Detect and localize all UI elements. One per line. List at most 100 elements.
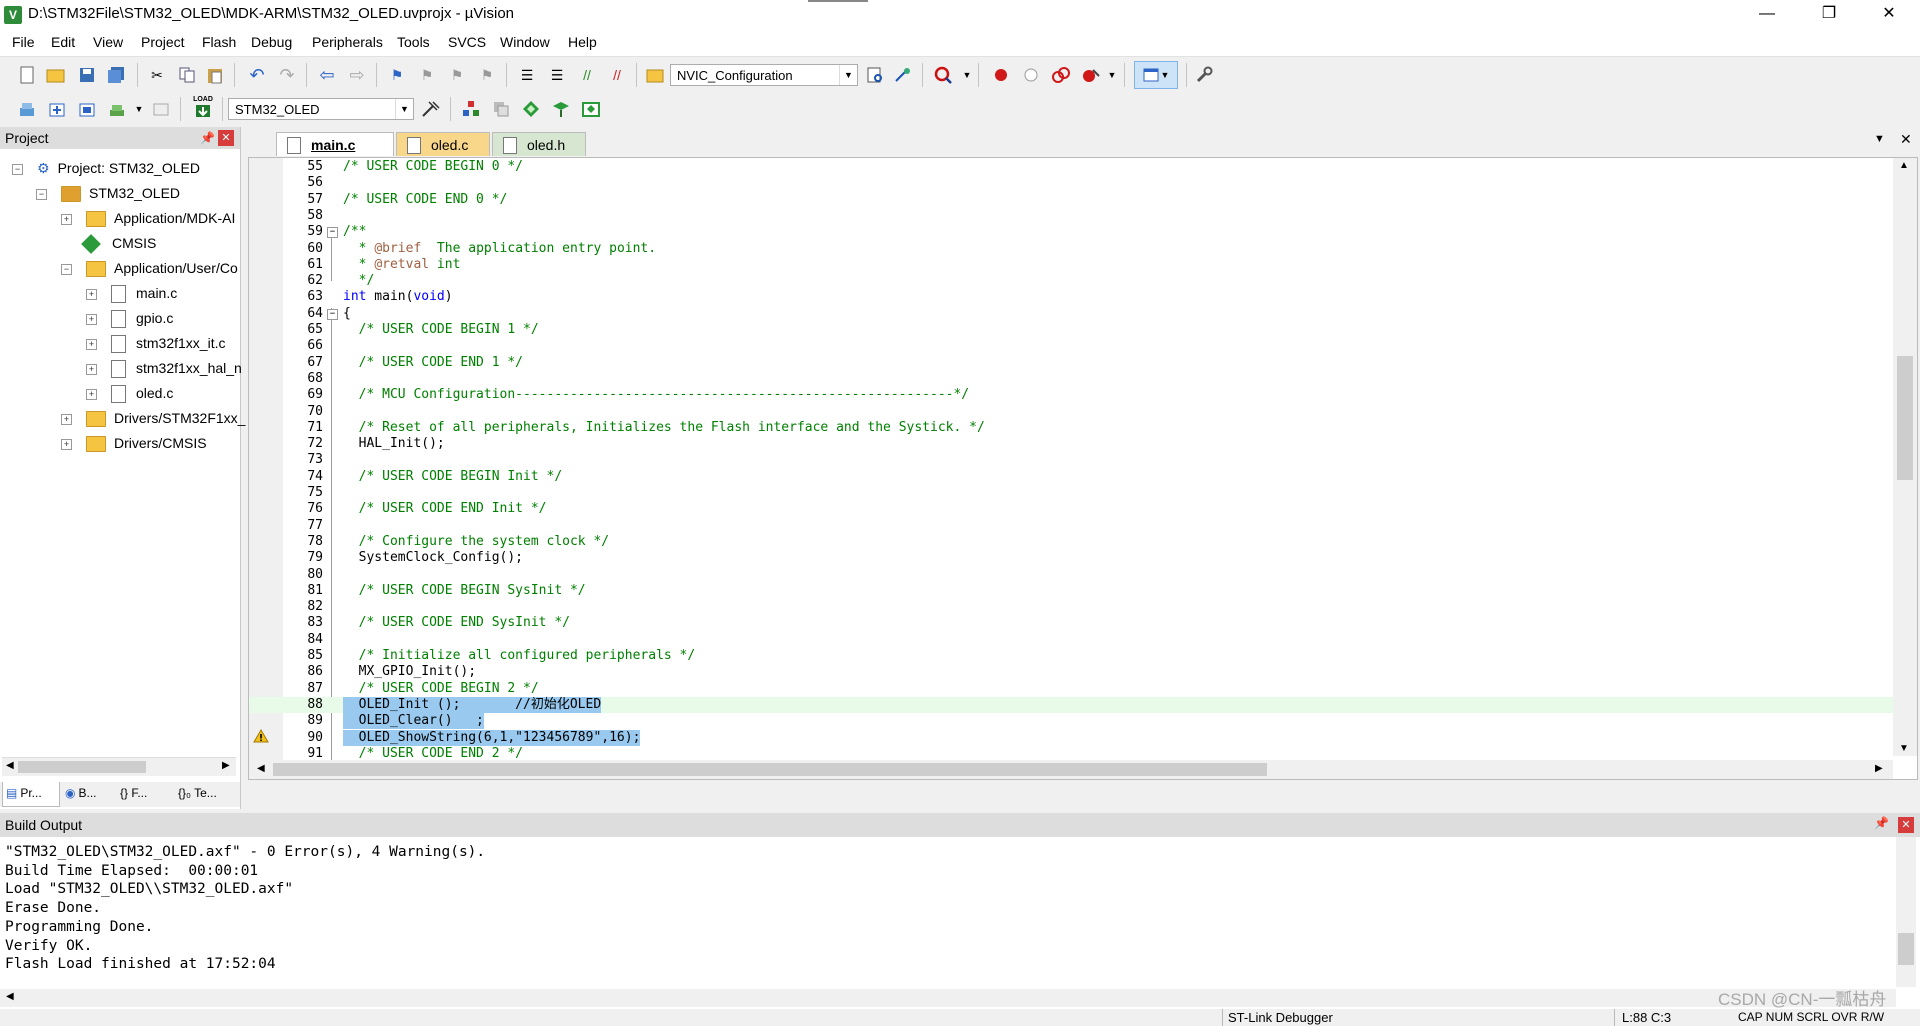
scroll-left-icon[interactable]: ◀: [6, 991, 14, 1002]
tab-books[interactable]: ◉ B...: [62, 782, 114, 806]
scroll-up-icon[interactable]: ▲: [1899, 160, 1909, 171]
code-line[interactable]: 69 /* MCU Configuration-----------------…: [249, 387, 1893, 403]
vertical-scrollbar[interactable]: ▲ ▼: [1893, 158, 1917, 756]
translate-icon[interactable]: [16, 98, 38, 120]
collapse-icon[interactable]: −: [12, 163, 23, 175]
editor-horizontal-scrollbar[interactable]: ◀ ▶: [249, 760, 1893, 779]
fold-toggle-icon[interactable]: −: [327, 308, 338, 320]
close-icon[interactable]: ✕: [218, 130, 234, 146]
bookmark-clear-icon[interactable]: ⚑: [476, 64, 498, 86]
menu-tools[interactable]: Tools: [397, 34, 430, 50]
tab-functions[interactable]: {} F...: [120, 782, 172, 806]
configure-icon[interactable]: [1193, 64, 1215, 86]
tree-item-target[interactable]: − STM32_OLED: [36, 181, 180, 205]
save-all-icon[interactable]: [105, 64, 127, 86]
code-line[interactable]: 87 /* USER CODE BEGIN 2 */: [249, 681, 1893, 697]
manage-rte-icon[interactable]: [520, 98, 542, 120]
undo-icon[interactable]: ↶: [246, 64, 268, 86]
horizontal-scrollbar[interactable]: ◀ ▶: [2, 757, 236, 776]
expand-icon[interactable]: +: [61, 438, 72, 450]
menu-view[interactable]: View: [93, 34, 123, 50]
tab-list-chevron-icon[interactable]: ▼: [1874, 133, 1885, 145]
comment-icon[interactable]: //: [576, 64, 598, 86]
window-layout-button[interactable]: ▼: [1134, 61, 1178, 89]
menu-file[interactable]: File: [12, 34, 35, 50]
copy-icon[interactable]: [176, 64, 198, 86]
code-line[interactable]: 81 /* USER CODE BEGIN SysInit */: [249, 583, 1893, 599]
select-packs-icon[interactable]: [490, 98, 512, 120]
code-line[interactable]: 78 /* Configure the system clock */: [249, 534, 1893, 550]
horizontal-scrollbar[interactable]: ◀: [0, 989, 1896, 1007]
code-line[interactable]: 65 /* USER CODE BEGIN 1 */: [249, 322, 1893, 338]
manage-project-items-icon[interactable]: [460, 98, 482, 120]
code-line[interactable]: 73: [249, 452, 1893, 468]
tree-item-project[interactable]: − ⚙ Project: STM32_OLED: [12, 156, 200, 180]
rebuild-icon[interactable]: [76, 98, 98, 120]
unindent-icon[interactable]: ☰: [546, 64, 568, 86]
menu-peripherals[interactable]: Peripherals: [312, 34, 383, 50]
menu-window[interactable]: Window: [500, 34, 550, 50]
pin-icon[interactable]: 📌: [1874, 816, 1889, 830]
code-line[interactable]: 79 SystemClock_Config();: [249, 550, 1893, 566]
code-line[interactable]: 68: [249, 371, 1893, 387]
batch-build-icon[interactable]: [106, 98, 128, 120]
expand-icon[interactable]: +: [86, 388, 97, 400]
code-line[interactable]: 67 /* USER CODE END 1 */: [249, 355, 1893, 371]
scrollbar-thumb[interactable]: [1898, 933, 1914, 965]
build-icon[interactable]: [46, 98, 68, 120]
code-line[interactable]: 75: [249, 485, 1893, 501]
vertical-scrollbar[interactable]: [1896, 837, 1916, 987]
scroll-right-icon[interactable]: ▶: [1875, 763, 1883, 774]
indent-icon[interactable]: ☰: [516, 64, 538, 86]
uncomment-icon[interactable]: //: [606, 64, 628, 86]
chevron-down-icon[interactable]: ▼: [1101, 64, 1123, 86]
code-line[interactable]: 72 HAL_Init();: [249, 436, 1893, 452]
code-line[interactable]: 57 /* USER CODE END 0 */: [249, 192, 1893, 208]
code-line[interactable]: 80: [249, 567, 1893, 583]
code-line[interactable]: 74 /* USER CODE BEGIN Init */: [249, 469, 1893, 485]
code-line[interactable]: 62 */: [249, 273, 1893, 289]
code-line[interactable]: 59−/**: [249, 224, 1893, 240]
menu-help[interactable]: Help: [568, 34, 597, 50]
expand-icon[interactable]: +: [86, 338, 97, 350]
software-packs-icon[interactable]: [580, 98, 602, 120]
code-line[interactable]: 82: [249, 599, 1893, 615]
bookmark-prev-icon[interactable]: ⚑: [416, 64, 438, 86]
pack-installer-icon[interactable]: [550, 98, 572, 120]
code-line[interactable]: 85 /* Initialize all configured peripher…: [249, 648, 1893, 664]
tree-item-cmsis[interactable]: CMSIS: [81, 231, 156, 255]
cut-icon[interactable]: ✂: [146, 64, 168, 86]
stop-build-icon[interactable]: [150, 98, 172, 120]
chevron-down-icon[interactable]: ▼: [956, 64, 978, 86]
code-line[interactable]: 55 /* USER CODE BEGIN 0 */: [249, 159, 1893, 175]
tree-item-file[interactable]: + main.c: [86, 281, 177, 305]
code-line[interactable]: 66: [249, 338, 1893, 354]
code-line[interactable]: 90 OLED_ShowString(6,1,"123456789",16);: [249, 729, 1893, 746]
chevron-down-icon[interactable]: ▼: [128, 98, 150, 120]
chevron-down-icon[interactable]: ▼: [839, 65, 857, 85]
scrollbar-thumb[interactable]: [273, 763, 1267, 776]
new-file-icon[interactable]: [16, 64, 38, 86]
chevron-down-icon[interactable]: ▼: [395, 99, 413, 119]
debug-session-icon[interactable]: [932, 64, 954, 86]
menu-edit[interactable]: Edit: [51, 34, 75, 50]
expand-icon[interactable]: +: [61, 413, 72, 425]
collapse-icon[interactable]: −: [36, 188, 47, 200]
code-line[interactable]: 83 /* USER CODE END SysInit */: [249, 615, 1893, 631]
tree-item-file[interactable]: + stm32f1xx_hal_n: [86, 356, 242, 380]
scroll-left-icon[interactable]: ◀: [6, 760, 14, 771]
build-output-panel[interactable]: "STM32_OLED\STM32_OLED.axf" - 0 Error(s)…: [0, 837, 1920, 1009]
tab-oled-h[interactable]: oled.h: [492, 132, 586, 156]
bookmark-toggle-icon[interactable]: ⚑: [386, 64, 408, 86]
expand-icon[interactable]: +: [86, 363, 97, 375]
code-line[interactable]: 71 /* Reset of all peripherals, Initiali…: [249, 420, 1893, 436]
tree-item-group[interactable]: + Drivers/STM32F1xx_: [61, 406, 245, 430]
find-in-files-icon[interactable]: [644, 64, 666, 86]
tab-oled-c[interactable]: oled.c: [396, 132, 490, 156]
scroll-right-icon[interactable]: ▶: [222, 760, 230, 771]
incremental-find-icon[interactable]: [892, 64, 914, 86]
tree-item-group[interactable]: + Application/MDK-AI: [61, 206, 235, 230]
tab-templates[interactable]: {}₀ Te...: [178, 782, 236, 806]
tree-item-group[interactable]: + Drivers/CMSIS: [61, 431, 207, 455]
config-combo[interactable]: NVIC_Configuration ▼: [670, 64, 858, 86]
